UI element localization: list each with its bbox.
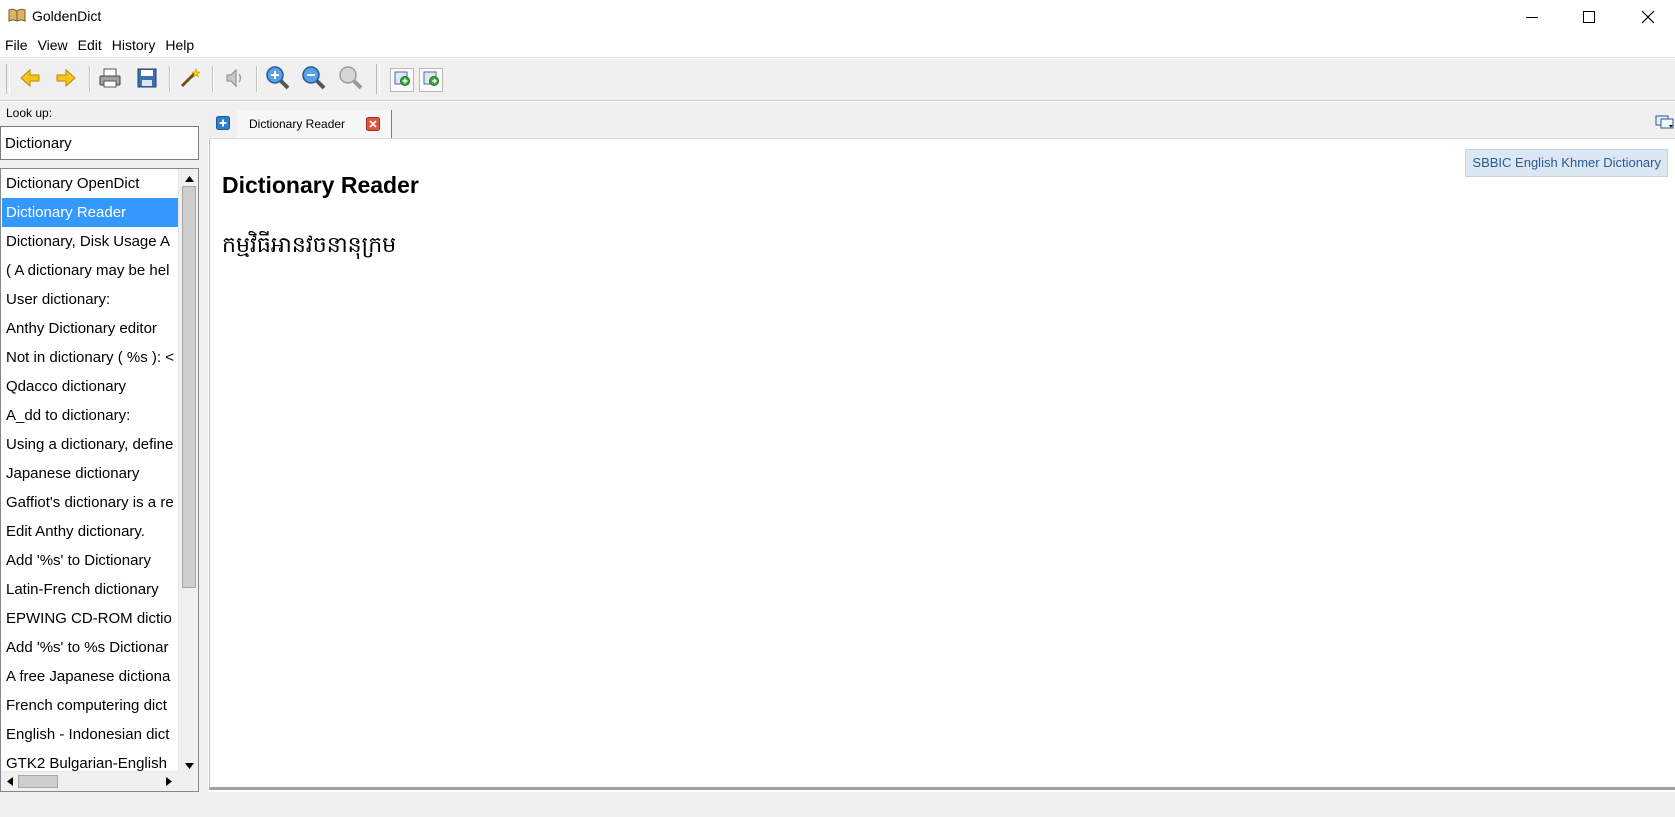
scroll-right-button[interactable] xyxy=(160,772,177,791)
menu-bar: File View Edit History Help xyxy=(0,33,1675,58)
status-bar xyxy=(0,792,1675,817)
toolbar-grip[interactable] xyxy=(376,64,380,94)
lookup-label: Look up: xyxy=(6,106,53,120)
forward-button[interactable] xyxy=(52,66,80,94)
back-button[interactable] xyxy=(16,66,44,94)
word-list-horizontal-scrollbar[interactable] xyxy=(1,771,179,791)
close-icon xyxy=(1641,10,1655,24)
tab-label: Dictionary Reader xyxy=(249,117,346,131)
menu-history[interactable]: History xyxy=(107,33,161,58)
article-view[interactable]: SBBIC English Khmer Dictionary Dictionar… xyxy=(209,138,1675,790)
book-icon xyxy=(8,8,26,22)
word-list-item[interactable]: Dictionary OpenDict xyxy=(2,169,178,198)
word-list-item[interactable]: French computering dict xyxy=(2,691,178,720)
word-list-item[interactable]: Dictionary, Disk Usage A xyxy=(2,227,178,256)
save-button[interactable] xyxy=(133,66,161,94)
zoom-reset-icon xyxy=(338,65,364,96)
menu-edit[interactable]: Edit xyxy=(73,33,107,58)
maximize-button[interactable] xyxy=(1566,0,1612,33)
minimize-icon xyxy=(1526,11,1538,23)
word-list-item[interactable]: Latin-French dictionary xyxy=(2,575,178,604)
scrollbar-corner xyxy=(178,771,198,791)
word-list-vertical-scrollbar[interactable] xyxy=(178,169,198,773)
lookup-input[interactable] xyxy=(0,126,199,160)
zoom-in-icon xyxy=(265,65,291,96)
pronounce-speaker-icon xyxy=(224,67,246,94)
print-button[interactable] xyxy=(96,66,124,94)
word-list-item[interactable]: English - Indonesian dict xyxy=(2,720,178,749)
article-headword: Dictionary Reader xyxy=(222,172,419,198)
save-icon xyxy=(136,67,158,94)
search-pane: Look up: Dictionary OpenDictDictionary R… xyxy=(0,102,202,792)
zoom-out-icon xyxy=(301,65,327,96)
word-list-item[interactable]: Not in dictionary ( %s ): < xyxy=(2,343,178,372)
toolbar-separator xyxy=(212,66,214,92)
menu-help[interactable]: Help xyxy=(160,33,199,58)
triangle-right-icon xyxy=(165,773,172,791)
new-tab-button[interactable] xyxy=(216,116,230,130)
print-icon xyxy=(98,67,122,94)
menu-view[interactable]: View xyxy=(33,33,73,58)
toolbar xyxy=(0,59,1675,101)
tab-list-menu-button[interactable] xyxy=(1655,114,1675,130)
word-list-item[interactable]: Add '%s' to Dictionary xyxy=(2,546,178,575)
minimize-button[interactable] xyxy=(1509,0,1555,33)
tab-dictionary-reader[interactable]: Dictionary Reader xyxy=(237,110,392,138)
back-arrow-icon xyxy=(19,68,41,93)
toolbar-grip[interactable] xyxy=(6,64,10,94)
tab-bar: Dictionary Reader xyxy=(208,102,1675,138)
toolbar-separator xyxy=(169,66,171,92)
triangle-up-icon xyxy=(184,169,194,187)
word-list-item[interactable]: Edit Anthy dictionary. xyxy=(2,517,178,546)
menu-file[interactable]: File xyxy=(0,33,33,58)
word-list-item[interactable]: Dictionary Reader xyxy=(2,198,178,227)
scan-popup-wand-icon xyxy=(179,67,201,94)
scan-popup-button[interactable] xyxy=(176,66,204,94)
word-list-item[interactable]: Add '%s' to %s Dictionar xyxy=(2,633,178,662)
article-definition: កម្មវិធីអានវចនានុក្រម xyxy=(222,233,397,258)
window-title: GoldenDict xyxy=(32,8,102,24)
maximize-icon xyxy=(1583,10,1595,23)
scroll-up-button[interactable] xyxy=(179,169,198,187)
zoom-out-button[interactable] xyxy=(300,65,328,96)
word-list-item[interactable]: Gaffiot's dictionary is a re xyxy=(2,488,178,517)
title-bar: GoldenDict xyxy=(0,0,1675,33)
add-to-favorites-button[interactable] xyxy=(390,68,414,92)
word-list-item[interactable]: User dictionary: xyxy=(2,285,178,314)
word-list-item[interactable]: Anthy Dictionary editor xyxy=(2,314,178,343)
favorites-icon xyxy=(422,69,440,92)
word-list[interactable]: Dictionary OpenDict Dictionary Reader Dict… xyxy=(0,168,199,792)
dictionary-name-badge[interactable]: SBBIC English Khmer Dictionary xyxy=(1465,149,1668,177)
zoom-reset-button[interactable] xyxy=(337,65,365,96)
pane-splitter[interactable] xyxy=(202,102,208,792)
word-list-item[interactable]: EPWING CD-ROM dictio xyxy=(2,604,178,633)
vertical-scroll-thumb[interactable] xyxy=(182,186,196,588)
triangle-left-icon xyxy=(6,773,13,791)
toolbar-separator xyxy=(256,66,258,92)
word-list-item[interactable]: Using a dictionary, define xyxy=(2,430,178,459)
word-list-item[interactable]: ( A dictionary may be hel xyxy=(2,256,178,285)
scroll-left-button[interactable] xyxy=(1,772,18,791)
word-list-item[interactable]: Japanese dictionary xyxy=(2,459,178,488)
horizontal-scroll-thumb[interactable] xyxy=(18,775,58,788)
zoom-in-button[interactable] xyxy=(264,65,292,96)
close-button[interactable] xyxy=(1625,0,1671,33)
favorites-button[interactable] xyxy=(419,68,443,92)
tab-close-button[interactable] xyxy=(366,117,380,131)
add-to-favorites-icon xyxy=(393,69,411,92)
toolbar-separator xyxy=(89,66,91,92)
word-list-item[interactable]: Qdacco dictionary xyxy=(2,372,178,401)
word-list-item[interactable]: A_dd to dictionary: xyxy=(2,401,178,430)
word-list-item[interactable]: A free Japanese dictiona xyxy=(2,662,178,691)
pronounce-button[interactable] xyxy=(221,66,249,94)
forward-arrow-icon xyxy=(55,68,77,93)
